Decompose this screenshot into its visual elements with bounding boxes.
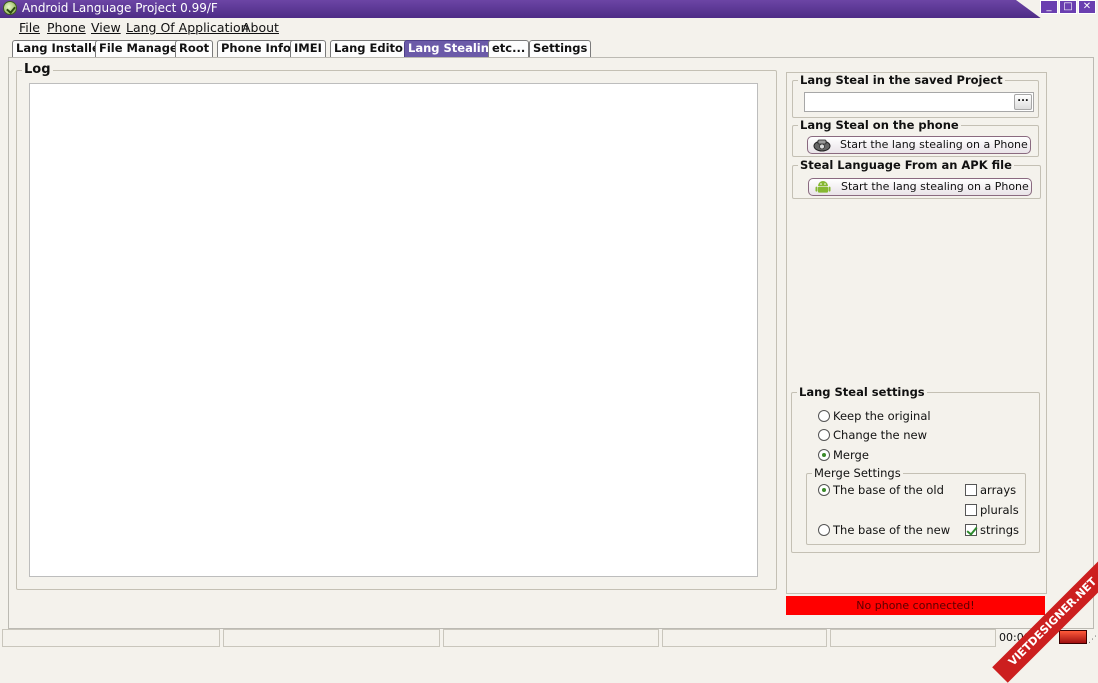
tab-lang-editor[interactable]: Lang Editor	[330, 40, 413, 57]
saved-project-group: Lang Steal in the saved Project ...	[792, 73, 1039, 118]
menu-phone[interactable]: Phone	[47, 20, 86, 35]
android-icon	[815, 181, 831, 193]
status-cell-1	[2, 629, 220, 647]
tab-etc[interactable]: etc...	[488, 40, 530, 57]
option-merge-label: Merge	[833, 448, 869, 462]
checkbox-strings[interactable]	[965, 524, 977, 536]
status-bar: 00:00:00 ⋰	[0, 627, 1098, 651]
tab-file-manager[interactable]: File Manager	[95, 40, 188, 57]
option-base-new[interactable]: The base of the new	[818, 523, 950, 537]
menu-bar: File Phone View Lang Of Application Abou…	[0, 18, 1098, 38]
option-base-old[interactable]: The base of the old	[818, 483, 944, 497]
minimize-button[interactable]: _	[1040, 0, 1058, 14]
start-apk-steal-label: Start the lang stealing on a Phone	[841, 180, 1029, 193]
tab-imei[interactable]: IMEI	[290, 40, 326, 57]
tab-strip: Lang Installer File Manager Root Phone I…	[0, 40, 1098, 58]
window-title: Android Language Project 0.99/F	[22, 1, 218, 15]
saved-project-label: Lang Steal in the saved Project	[798, 73, 1005, 87]
browse-button[interactable]: ...	[1014, 94, 1032, 110]
saved-project-path-input[interactable]	[804, 92, 1034, 112]
battery-icon	[1059, 630, 1087, 644]
type-arrays[interactable]: arrays	[965, 483, 1016, 497]
menu-lang-of-application[interactable]: Lang Of Application	[126, 20, 249, 35]
menu-view[interactable]: View	[91, 20, 121, 35]
app-icon	[3, 1, 17, 15]
status-cell-5	[830, 629, 996, 647]
status-cell-3	[443, 629, 659, 647]
type-strings-label: strings	[980, 523, 1020, 537]
merge-settings-group: Merge Settings The base of the old The b…	[806, 466, 1026, 545]
close-button[interactable]: ✕	[1078, 0, 1096, 14]
type-plurals-label: plurals	[980, 503, 1019, 517]
start-phone-steal-label: Start the lang stealing on a Phone	[840, 138, 1028, 151]
option-change-new[interactable]: Change the new	[818, 428, 927, 442]
type-arrays-label: arrays	[980, 483, 1017, 497]
menu-file[interactable]: File	[19, 20, 40, 35]
radio-base-old[interactable]	[818, 484, 830, 496]
resize-grip-icon[interactable]: ⋰	[1088, 635, 1097, 645]
tab-phone-info[interactable]: Phone Info	[217, 40, 295, 57]
type-strings[interactable]: strings	[965, 523, 1019, 537]
tab-lang-stealing[interactable]: Lang Stealing	[404, 40, 502, 57]
radio-keep-original[interactable]	[818, 410, 830, 422]
radio-base-new[interactable]	[818, 524, 830, 536]
steal-settings-label: Lang Steal settings	[797, 385, 927, 399]
log-textarea[interactable]	[29, 83, 758, 577]
phone-steal-group: Lang Steal on the phone Start the lang s…	[792, 118, 1039, 157]
radio-merge[interactable]	[818, 449, 830, 461]
phone-icon	[813, 139, 831, 152]
option-base-new-label: The base of the new	[833, 523, 951, 537]
tab-settings[interactable]: Settings	[529, 40, 592, 57]
connection-status: No phone connected!	[786, 596, 1045, 615]
type-plurals[interactable]: plurals	[965, 503, 1019, 517]
log-group: Log	[16, 62, 777, 590]
checkbox-arrays[interactable]	[965, 484, 977, 496]
status-cell-4	[662, 629, 827, 647]
maximize-button[interactable]: □	[1059, 0, 1077, 14]
log-label: Log	[22, 62, 53, 77]
menu-about[interactable]: About	[242, 20, 279, 35]
start-phone-steal-button[interactable]: Start the lang stealing on a Phone	[807, 136, 1031, 154]
steal-settings-group: Lang Steal settings Keep the original Ch…	[791, 385, 1040, 553]
apk-steal-group: Steal Language From an APK file Start th…	[792, 158, 1041, 199]
option-change-new-label: Change the new	[833, 428, 927, 442]
tab-root[interactable]: Root	[175, 40, 214, 57]
phone-steal-label: Lang Steal on the phone	[798, 118, 961, 132]
title-bar: Android Language Project 0.99/F _ □ ✕	[0, 0, 1098, 18]
status-cell-2	[223, 629, 440, 647]
radio-change-new[interactable]	[818, 429, 830, 441]
merge-settings-label: Merge Settings	[812, 466, 903, 480]
apk-steal-label: Steal Language From an APK file	[798, 158, 1014, 172]
start-apk-steal-button[interactable]: Start the lang stealing on a Phone	[808, 178, 1032, 196]
option-keep-original[interactable]: Keep the original	[818, 409, 931, 423]
option-keep-original-label: Keep the original	[833, 409, 931, 423]
checkbox-plurals[interactable]	[965, 504, 977, 516]
option-base-old-label: The base of the old	[833, 483, 944, 497]
option-merge[interactable]: Merge	[818, 448, 869, 462]
